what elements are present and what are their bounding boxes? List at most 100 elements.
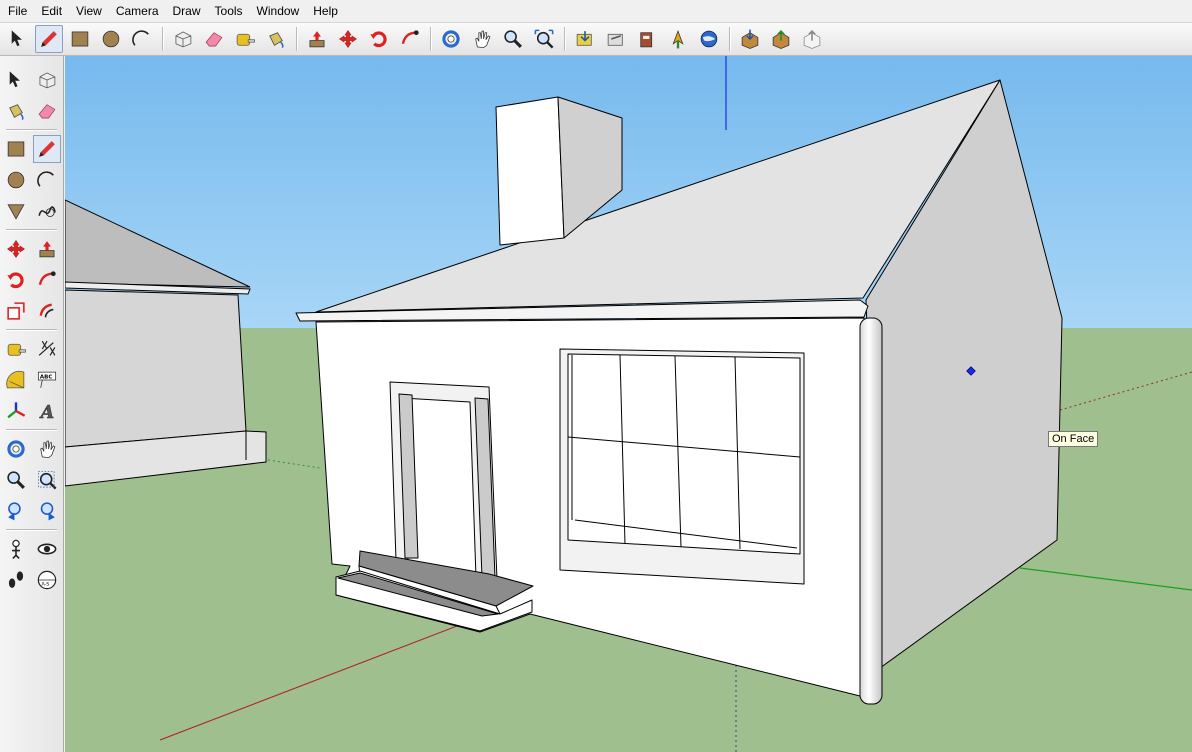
position-camera-tool-button[interactable] <box>2 535 30 563</box>
eraser-tool-button[interactable] <box>33 97 61 125</box>
share-component-button[interactable] <box>767 25 795 53</box>
follow-me-button[interactable] <box>396 25 424 53</box>
rectangle-icon <box>5 138 27 160</box>
protractor-tool-button[interactable] <box>2 366 30 394</box>
zoom-tool-button[interactable] <box>2 466 30 494</box>
toolbar-separator <box>729 27 730 51</box>
move-tool-button[interactable] <box>2 235 30 263</box>
orbit-button[interactable] <box>437 25 465 53</box>
menu-tools[interactable]: Tools <box>211 2 247 20</box>
zoom-icon <box>5 469 27 491</box>
paint-bucket-icon <box>5 100 27 122</box>
3d-viewport[interactable]: On Face <box>65 56 1192 752</box>
freehand-tool-button[interactable] <box>33 197 61 225</box>
rectangle-tool-button[interactable] <box>2 135 30 163</box>
palette-row <box>0 133 63 164</box>
get-models-button[interactable] <box>571 25 599 53</box>
select-tool-button[interactable] <box>2 66 30 94</box>
walk-icon <box>5 569 27 591</box>
palette-row <box>0 233 63 264</box>
zoom-button[interactable] <box>499 25 527 53</box>
pencil-line-button[interactable] <box>35 25 63 53</box>
menu-draw[interactable]: Draw <box>169 2 205 20</box>
look-around-tool-button[interactable] <box>33 535 61 563</box>
circle-button[interactable] <box>97 25 125 53</box>
zoom-extents-button[interactable] <box>530 25 558 53</box>
paint-bucket-tool-button[interactable] <box>2 97 30 125</box>
orbit-tool-button[interactable] <box>2 435 30 463</box>
eraser-button[interactable] <box>200 25 228 53</box>
walk-tool-button[interactable] <box>2 566 30 594</box>
section-plane-icon: A-S <box>36 569 58 591</box>
push-pull-tool-button[interactable] <box>33 235 61 263</box>
menu-window[interactable]: Window <box>253 2 304 20</box>
move-icon <box>337 28 359 50</box>
palette-separator <box>6 329 57 330</box>
scale-icon <box>5 300 27 322</box>
position-camera-icon <box>5 538 27 560</box>
menu-view[interactable]: View <box>72 2 106 20</box>
make-component-button[interactable] <box>169 25 197 53</box>
rectangle-button[interactable] <box>66 25 94 53</box>
pan-tool-button[interactable] <box>33 435 61 463</box>
circle-icon <box>100 28 122 50</box>
google-earth-button[interactable] <box>695 25 723 53</box>
move-button[interactable] <box>334 25 362 53</box>
look-around-icon <box>36 538 58 560</box>
paint-bucket-button[interactable] <box>262 25 290 53</box>
arc-tool-button[interactable] <box>33 166 61 194</box>
axes-icon <box>5 400 27 422</box>
select-button[interactable] <box>4 25 32 53</box>
menu-help[interactable]: Help <box>309 2 342 20</box>
line-tool-button[interactable] <box>33 134 62 163</box>
make-component-icon <box>36 69 58 91</box>
upload-button[interactable] <box>798 25 826 53</box>
circle-tool-button[interactable] <box>2 166 30 194</box>
pan-button[interactable] <box>468 25 496 53</box>
menu-camera[interactable]: Camera <box>112 2 163 20</box>
toolbar-separator <box>430 27 431 51</box>
line-icon <box>36 138 58 160</box>
palette-separator <box>6 429 57 430</box>
scene-canvas[interactable] <box>65 56 1192 752</box>
section-plane-tool-button[interactable]: A-S <box>33 566 61 594</box>
next-view-tool-button[interactable] <box>33 497 61 525</box>
push-pull-icon <box>36 238 58 260</box>
menu-edit[interactable]: Edit <box>37 2 66 20</box>
follow-me-tool-button[interactable] <box>33 266 61 294</box>
push-pull-button[interactable] <box>303 25 331 53</box>
previous-view-tool-button[interactable] <box>2 497 30 525</box>
eraser-icon <box>36 100 58 122</box>
scale-tool-button[interactable] <box>2 297 30 325</box>
polygon-tool-button[interactable] <box>2 197 30 225</box>
offset-tool-button[interactable] <box>33 297 61 325</box>
text-tool-button[interactable]: ABC <box>33 366 61 394</box>
arc-icon <box>36 169 58 191</box>
3d-text-tool-button[interactable]: A <box>33 397 61 425</box>
toolbar-separator <box>296 27 297 51</box>
tape-measure-tool-button[interactable] <box>2 335 30 363</box>
palette-row <box>0 464 63 495</box>
freehand-icon <box>36 200 58 222</box>
get-models-warehouse-button[interactable] <box>736 25 764 53</box>
arc-button[interactable] <box>128 25 156 53</box>
palette-row <box>0 495 63 526</box>
dimension-tool-button[interactable] <box>33 335 61 363</box>
google-earth-icon <box>698 28 720 50</box>
palette-row <box>0 95 63 126</box>
downspout <box>859 317 883 705</box>
text-tool-label: ABC <box>40 374 53 380</box>
rotate-button[interactable] <box>365 25 393 53</box>
rotate-tool-button[interactable] <box>2 266 30 294</box>
main-toolbar <box>0 22 1192 56</box>
make-component-tool-button[interactable] <box>33 66 61 94</box>
add-location-button[interactable] <box>664 25 692 53</box>
axes-tool-button[interactable] <box>2 397 30 425</box>
palette-row: A <box>0 395 63 426</box>
zoom-window-tool-button[interactable] <box>33 466 61 494</box>
model-warehouse-button[interactable] <box>633 25 661 53</box>
palette-row <box>0 195 63 226</box>
share-model-button[interactable] <box>602 25 630 53</box>
menu-file[interactable]: File <box>4 2 31 20</box>
tape-measure-button[interactable] <box>231 25 259 53</box>
